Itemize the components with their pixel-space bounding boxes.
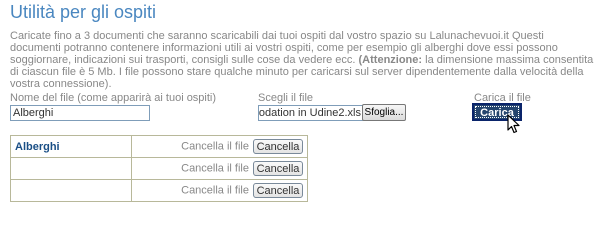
delete-file-button[interactable]: Cancella: [253, 139, 303, 154]
file-name: [10, 157, 132, 180]
choose-file-label: Scegli il file: [258, 92, 314, 104]
file-path-text: modation in Udine2.xls: [258, 107, 361, 119]
delete-file-label: Cancella il file: [181, 140, 249, 153]
delete-file-button[interactable]: Cancella: [253, 161, 303, 176]
note-bold: (Attenzione:: [358, 54, 423, 66]
page-title: Utilità per gli ospiti: [10, 2, 157, 22]
file-actions: Cancella il file Cancella: [131, 157, 308, 180]
mouse-pointer-icon: [507, 114, 520, 134]
file-row: Alberghi Cancella il file Cancella: [10, 135, 308, 158]
uploaded-files-table: Alberghi Cancella il file Cancella Cancel…: [10, 135, 308, 202]
file-name: [10, 179, 132, 202]
file-name-input[interactable]: [10, 105, 150, 121]
file-name-label: Nome del file (come apparirà ai tuoi osp…: [10, 92, 217, 104]
file-row: Cancella il file Cancella: [10, 179, 308, 202]
file-name: Alberghi: [10, 135, 132, 158]
file-row: Cancella il file Cancella: [10, 157, 308, 180]
delete-file-button[interactable]: Cancella: [253, 183, 303, 198]
file-actions: Cancella il file Cancella: [131, 135, 308, 158]
file-actions: Cancella il file Cancella: [131, 179, 308, 202]
page-description: Caricate fino a 3 documenti che saranno …: [10, 30, 596, 90]
browse-button[interactable]: Sfoglia...: [362, 104, 406, 121]
file-path-input[interactable]: modation in Udine2.xls: [258, 105, 364, 121]
delete-file-label: Cancella il file: [181, 162, 249, 175]
delete-file-label: Cancella il file: [181, 184, 249, 197]
